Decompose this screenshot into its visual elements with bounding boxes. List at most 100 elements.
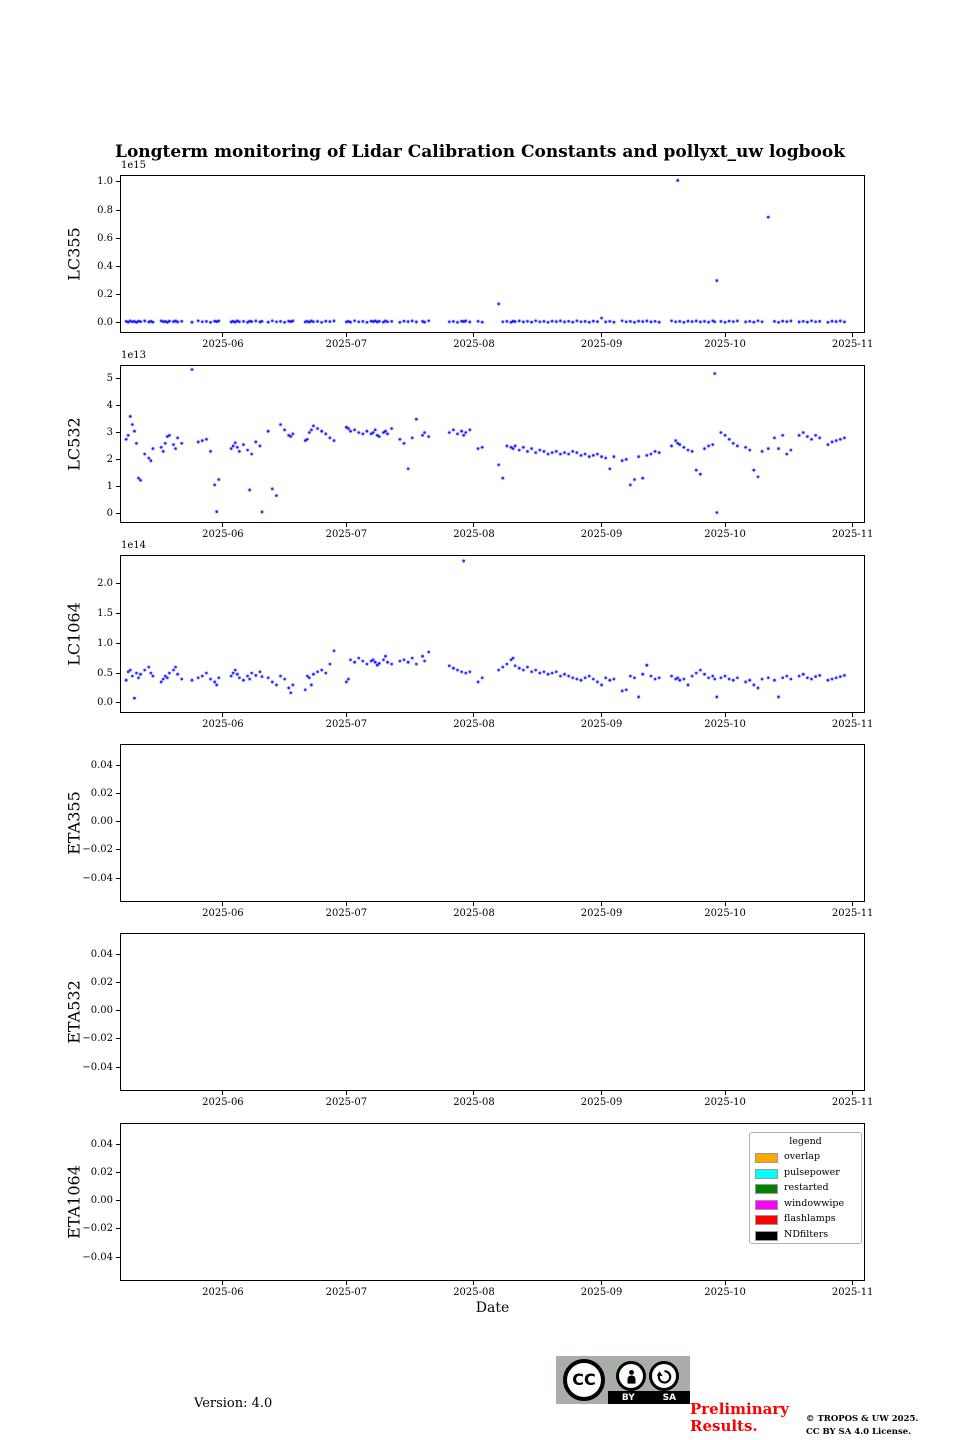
x-tick-label: 2025-10 <box>704 1097 746 1108</box>
legend: legend overlap pulsepower restarted windoww… <box>749 1132 862 1244</box>
x-tick-label: 2025-11 <box>831 339 874 350</box>
legend-label: flashlamps <box>784 1213 836 1225</box>
y-tick-label: −0.04 <box>82 872 113 884</box>
legend-swatch-NDfilters <box>755 1231 778 1241</box>
x-tick-mark <box>222 523 224 527</box>
legend-swatch-overlap <box>755 1153 778 1163</box>
legend-entry-flashlamps: flashlamps <box>750 1212 861 1227</box>
subplot-lc532: 1e13 LC532 0 1 2 3 4 5 2025-06 2025-07 2025-08 20… <box>65 350 874 540</box>
x-tick-mark <box>724 902 726 906</box>
y-tick-label: 2 <box>106 453 113 465</box>
cc-sa-arrow-icon <box>649 1361 679 1391</box>
x-tick-label: 2025-08 <box>453 719 495 730</box>
x-tick-label: 2025-09 <box>580 529 623 540</box>
x-tick-label: 2025-06 <box>202 719 244 730</box>
x-tick-label: 2025-10 <box>704 908 746 919</box>
copyright-text: © TROPOS & UW 2025. CC BY SA 4.0 License… <box>806 1413 936 1439</box>
x-tick-mark <box>852 1281 854 1285</box>
y-tick-label: 0.0 <box>97 317 113 329</box>
x-tick-label: 2025-09 <box>580 1097 623 1108</box>
y-tick-label: −0.02 <box>82 1223 113 1235</box>
y-tick-mark <box>116 612 120 614</box>
x-tick-mark <box>345 333 347 337</box>
x-tick-mark <box>601 523 603 527</box>
x-tick-label: 2025-11 <box>831 719 874 730</box>
y-tick-mark <box>116 672 120 674</box>
x-tick-label: 2025-07 <box>325 908 368 919</box>
x-tick-mark <box>852 713 854 717</box>
copyright-line2: CC BY SA 4.0 License. <box>806 1426 912 1437</box>
x-tick-label: 2025-11 <box>831 1287 874 1298</box>
y-tick-label: 0.02 <box>90 1166 113 1178</box>
x-tick-label: 2025-06 <box>202 339 244 350</box>
x-tick-mark <box>345 1281 347 1285</box>
x-axis-title: Date <box>475 1300 510 1316</box>
preliminary-line2: Results. <box>690 1416 758 1435</box>
x-tick-label: 2025-10 <box>704 529 746 540</box>
x-tick-mark <box>852 902 854 906</box>
cc-by-person-icon <box>616 1361 646 1391</box>
x-tick-label: 2025-08 <box>453 1097 495 1108</box>
x-tick-label: 2025-09 <box>580 719 623 730</box>
subplot-lc1064: 1e14 LC1064 0.0 0.5 1.0 1.5 2.0 2025-06 2025-0… <box>65 540 874 730</box>
preliminary-line1: Preliminary <box>690 1400 789 1418</box>
x-tick-mark <box>601 1091 603 1095</box>
x-tick-mark <box>601 1281 603 1285</box>
y-tick-mark <box>116 181 120 183</box>
x-tick-mark <box>222 1281 224 1285</box>
x-tick-label: 2025-09 <box>580 1287 623 1298</box>
x-tick-label: 2025-07 <box>325 1097 368 1108</box>
x-tick-mark <box>724 713 726 717</box>
y-tick-mark <box>116 378 120 380</box>
legend-label: windowwipe <box>784 1197 845 1209</box>
x-tick-mark <box>222 902 224 906</box>
y-tick-label: 3 <box>106 427 113 439</box>
y-tick-label: 1.5 <box>97 607 113 619</box>
y-tick-mark <box>116 458 120 460</box>
legend-swatch-pulsepower <box>755 1168 778 1179</box>
subplot-eta355: ETA355 0.04 0.02 0.00 −0.02 −0.04 2025-06 2025… <box>65 744 873 919</box>
y-tick-label: 0.8 <box>97 204 113 216</box>
cc-license-badge: CC BY SA <box>556 1356 690 1404</box>
x-tick-mark <box>345 713 347 717</box>
scatter-points <box>120 365 865 523</box>
x-tick-mark <box>222 713 224 717</box>
y-tick-mark <box>116 266 120 268</box>
y-tick-mark <box>116 764 120 766</box>
legend-entry-overlap: overlap <box>750 1150 861 1165</box>
y-tick-label: 0.04 <box>90 759 113 771</box>
subplot-lc355: 1e15 LC355 0.0 0.2 0.4 0.6 0.8 1.0 2025-06 2025… <box>65 160 874 350</box>
y-tick-label: 0.00 <box>90 816 113 828</box>
preliminary-results-text: Preliminary Results. <box>690 1401 800 1435</box>
legend-entry-restarted: restarted <box>750 1181 861 1196</box>
y-tick-label: 5 <box>106 373 113 385</box>
y-tick-mark <box>116 1010 120 1012</box>
y-tick-mark <box>116 1256 120 1258</box>
legend-label: overlap <box>784 1151 821 1162</box>
y-tick-mark <box>116 1171 120 1173</box>
x-tick-mark <box>724 333 726 337</box>
y-tick-mark <box>116 294 120 296</box>
x-tick-label: 2025-06 <box>202 1287 244 1298</box>
legend-entry-windowwipe: windowwipe <box>750 1197 861 1212</box>
x-tick-label: 2025-11 <box>831 908 874 919</box>
x-tick-label: 2025-08 <box>453 1287 495 1298</box>
y-tick-mark <box>116 1038 120 1040</box>
y-tick-mark <box>116 849 120 851</box>
x-tick-label: 2025-07 <box>325 1287 368 1298</box>
legend-swatch-flashlamps <box>755 1215 778 1226</box>
y-tick-label: 1.0 <box>97 637 113 649</box>
x-tick-mark <box>345 902 347 906</box>
y-tick-label: 2.0 <box>97 577 113 589</box>
y-tick-label: 1.0 <box>97 176 113 188</box>
subplot-eta532: ETA532 0.04 0.02 0.00 −0.02 −0.04 2025-06 2025… <box>65 933 873 1108</box>
x-tick-label: 2025-08 <box>453 529 495 540</box>
cc-by-label: BY <box>621 1392 635 1403</box>
y-tick-label: 0.4 <box>97 261 113 273</box>
x-tick-mark <box>473 902 475 906</box>
x-tick-mark <box>852 1091 854 1095</box>
x-tick-mark <box>473 1091 475 1095</box>
x-tick-label: 2025-06 <box>202 529 244 540</box>
y-tick-mark <box>116 642 120 644</box>
x-tick-mark <box>473 1281 475 1285</box>
